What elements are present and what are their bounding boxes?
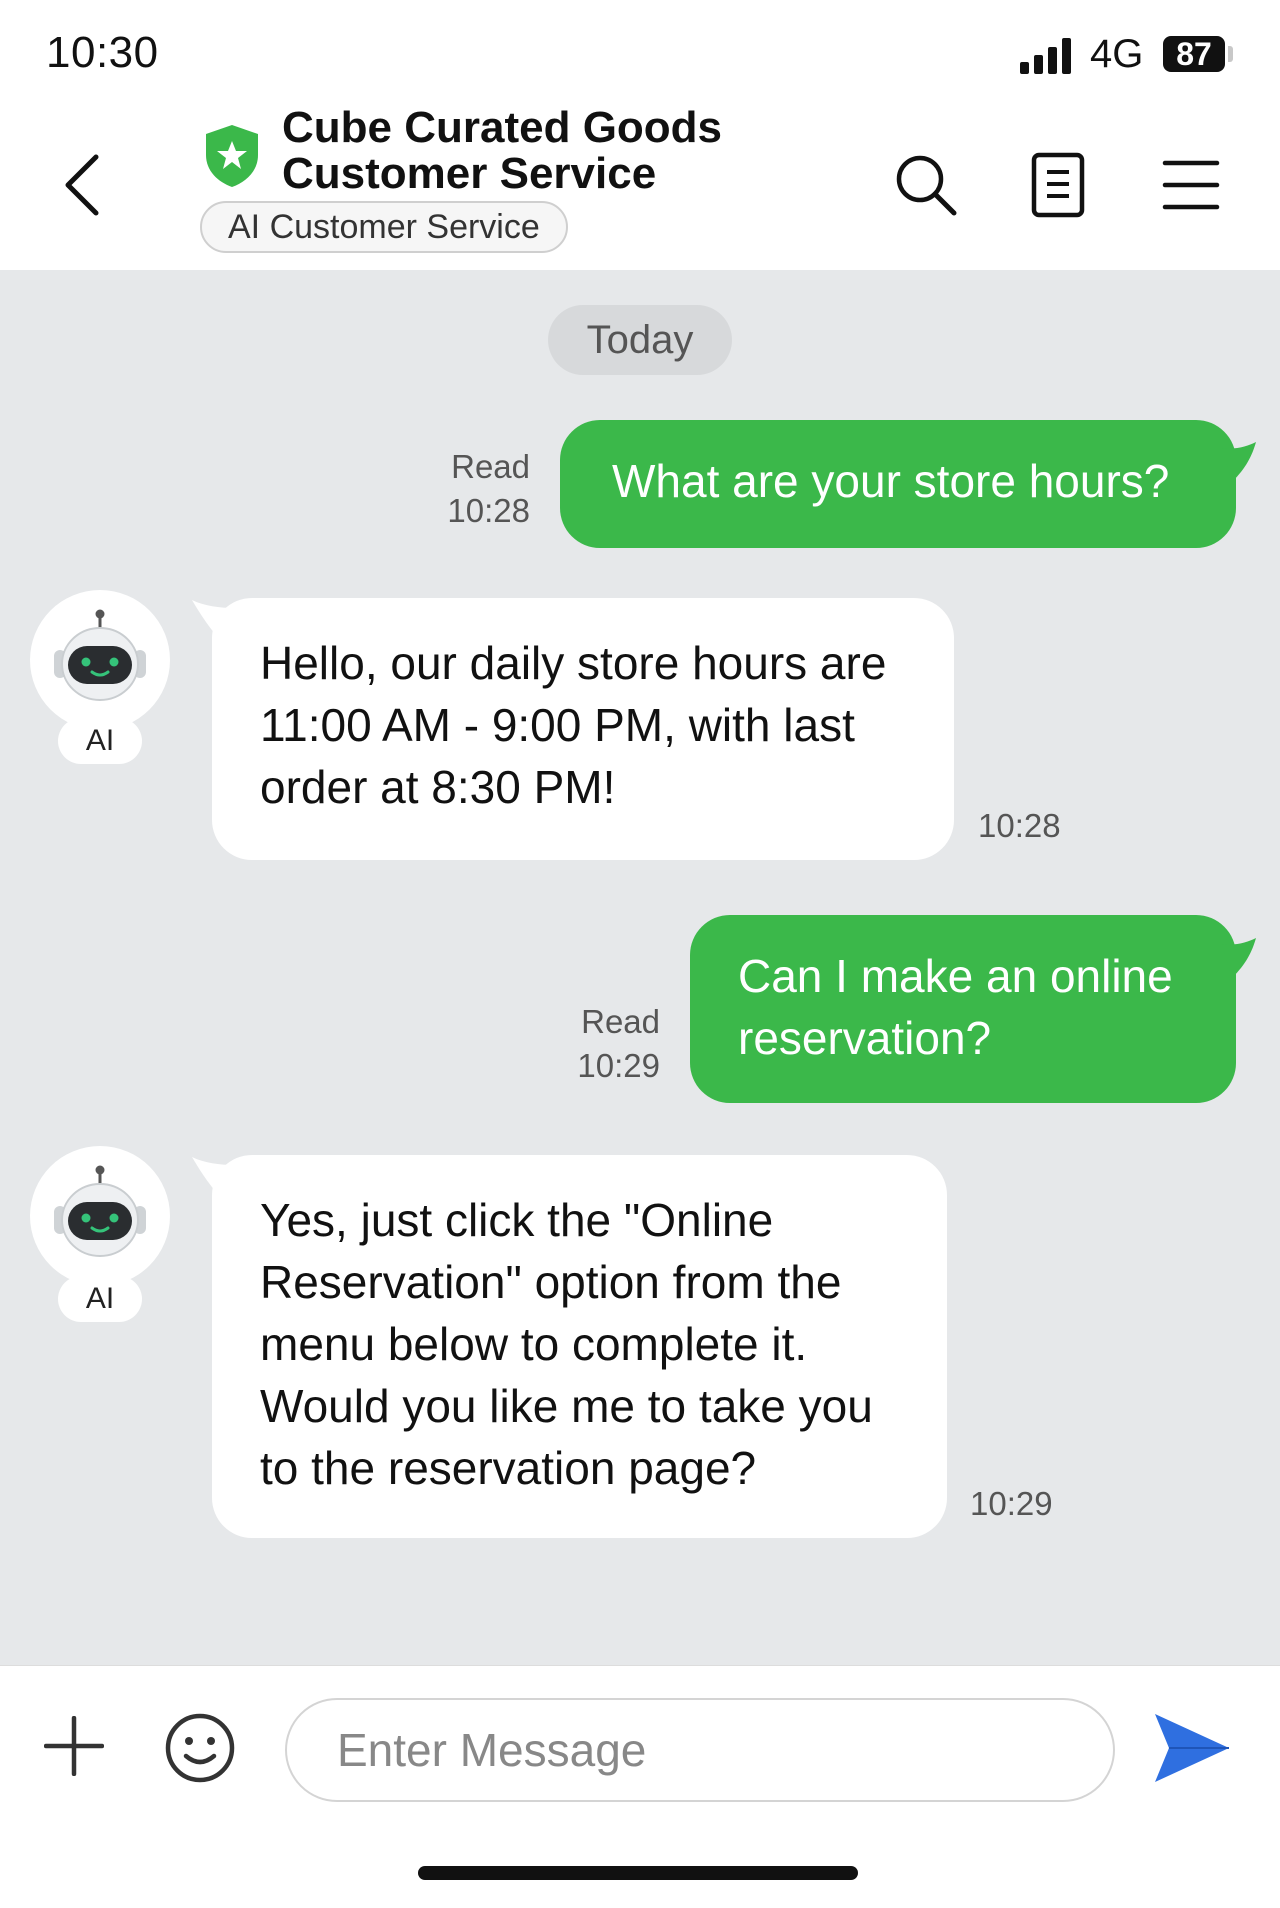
- chat-area[interactable]: Today Read 10:28 What are your store hou…: [0, 270, 1280, 1665]
- battery-icon: 87: [1163, 36, 1225, 72]
- emoji-icon: [165, 1713, 235, 1783]
- battery-tip: [1228, 46, 1233, 62]
- bubble-tail: [1222, 938, 1256, 978]
- send-button[interactable]: [1152, 1708, 1232, 1788]
- message-input[interactable]: [285, 1698, 1115, 1802]
- signal-icon: [1020, 38, 1071, 74]
- message-time: 10:29: [970, 1485, 1053, 1522]
- notes-button[interactable]: [1022, 149, 1094, 221]
- chat-header: Cube Curated Goods Customer Service AI C…: [0, 105, 1280, 270]
- outgoing-message-bubble[interactable]: Can I make an online reservation?: [690, 915, 1236, 1103]
- message-text: What are your store hours?: [612, 455, 1170, 507]
- ai-avatar[interactable]: [30, 1146, 170, 1286]
- outgoing-message-bubble[interactable]: What are your store hours?: [560, 420, 1236, 548]
- chat-title-line2: Customer Service: [282, 149, 657, 198]
- shield-star-icon: [206, 125, 258, 187]
- bubble-tail: [1222, 442, 1256, 482]
- status-time: 10:30: [46, 28, 159, 77]
- read-status: Read: [451, 448, 530, 485]
- chat-title-line1: Cube Curated Goods: [282, 103, 723, 152]
- status-bar: 10:30 4G 87: [0, 0, 1280, 105]
- back-arrow-icon: [65, 154, 99, 216]
- emoji-button[interactable]: [164, 1712, 236, 1784]
- message-time: 10:28: [447, 492, 530, 529]
- send-icon: [1155, 1714, 1229, 1782]
- ai-label: AI: [58, 1276, 142, 1322]
- message-time: 10:28: [978, 807, 1061, 844]
- chat-title: Cube Curated Goods Customer Service: [282, 105, 722, 197]
- message-text: Can I make an online reservation?: [738, 950, 1173, 1064]
- plus-icon: [44, 1716, 104, 1776]
- message-meta: Read 10:28: [420, 445, 530, 533]
- incoming-message-bubble[interactable]: Hello, our daily store hours are 11:00 A…: [212, 598, 954, 860]
- attach-button[interactable]: [42, 1714, 106, 1778]
- document-icon: [1031, 152, 1085, 218]
- date-separator: Today: [548, 305, 732, 375]
- message-text: Yes, just click the "Online Reservation"…: [260, 1194, 873, 1494]
- ai-avatar[interactable]: [30, 590, 170, 730]
- menu-icon: [1162, 160, 1220, 210]
- ai-label: AI: [58, 718, 142, 764]
- message-input-bar: [0, 1665, 1280, 1908]
- robot-icon: [54, 1165, 146, 1257]
- back-button[interactable]: [52, 145, 112, 225]
- ai-service-badge: AI Customer Service: [200, 201, 568, 253]
- menu-button[interactable]: [1155, 149, 1227, 221]
- network-type: 4G: [1090, 32, 1144, 76]
- search-icon: [896, 155, 957, 216]
- read-status: Read: [581, 1003, 660, 1040]
- search-button[interactable]: [890, 149, 962, 221]
- message-meta: Read 10:29: [548, 1000, 660, 1088]
- robot-icon: [54, 609, 146, 701]
- message-time: 10:29: [577, 1047, 660, 1084]
- incoming-message-bubble[interactable]: Yes, just click the "Online Reservation"…: [212, 1155, 947, 1538]
- home-indicator: [418, 1866, 858, 1880]
- message-text: Hello, our daily store hours are 11:00 A…: [260, 637, 887, 813]
